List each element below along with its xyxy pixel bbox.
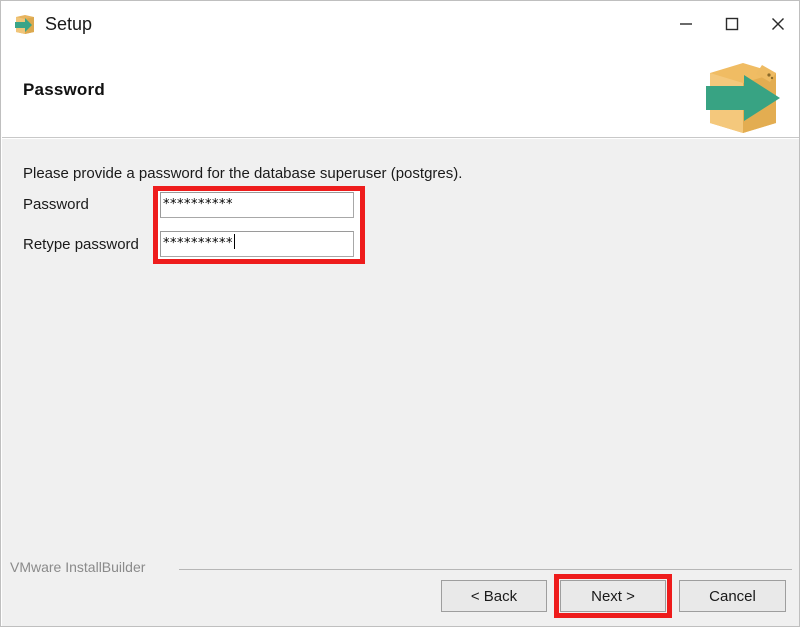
- retype-password-input-value: **********: [163, 236, 233, 251]
- installbuilder-box-arrow-logo: [700, 53, 786, 135]
- back-button[interactable]: < Back: [441, 580, 547, 612]
- installbuilder-brand: VMware InstallBuilder: [10, 559, 145, 575]
- title-bar: Setup: [1, 1, 800, 47]
- button-bar: < Back Next > Cancel: [2, 580, 800, 620]
- page-title: Password: [23, 80, 105, 100]
- installer-box-arrow-icon: [13, 12, 37, 36]
- password-input-value: **********: [163, 197, 233, 212]
- password-label: Password: [23, 196, 89, 213]
- maximize-icon[interactable]: [709, 1, 755, 47]
- minimize-icon[interactable]: [663, 1, 709, 47]
- setup-window: Setup Password: [0, 0, 800, 627]
- content-area: Please provide a password for the databa…: [2, 139, 800, 627]
- retype-password-input[interactable]: **********: [160, 231, 354, 257]
- footer-divider: [179, 569, 792, 570]
- cancel-button[interactable]: Cancel: [679, 580, 786, 612]
- password-input[interactable]: **********: [160, 192, 354, 218]
- close-icon[interactable]: [755, 1, 800, 47]
- text-cursor: [234, 234, 235, 249]
- window-title: Setup: [45, 12, 92, 36]
- instruction-text: Please provide a password for the databa…: [23, 165, 462, 182]
- retype-password-label: Retype password: [23, 236, 139, 253]
- page-header: Password: [2, 47, 800, 138]
- window-controls: [663, 1, 800, 47]
- next-button[interactable]: Next >: [560, 580, 666, 612]
